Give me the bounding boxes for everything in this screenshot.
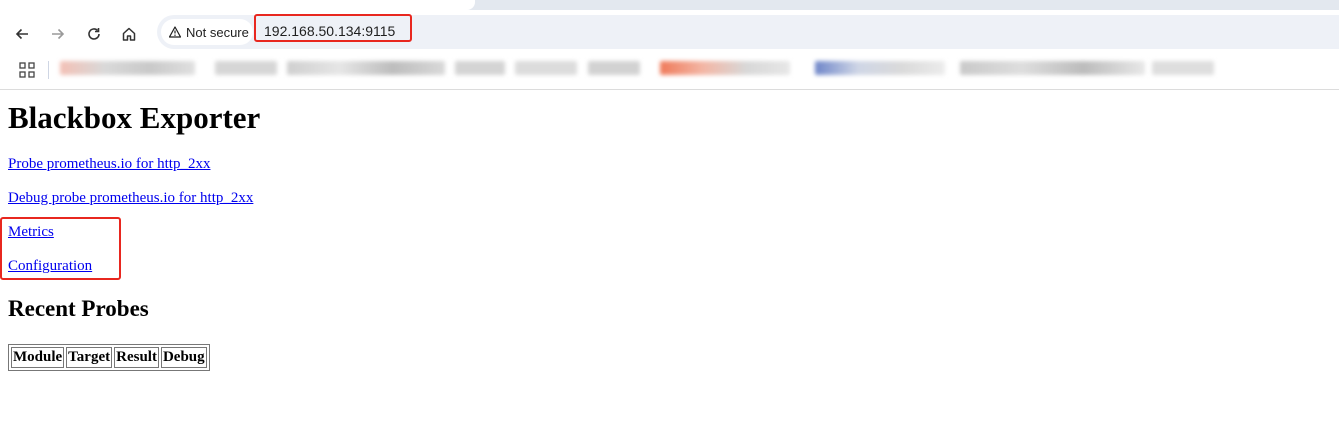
url-highlight-box	[254, 14, 412, 42]
tab-strip	[0, 0, 1339, 10]
active-tab[interactable]	[0, 0, 475, 10]
security-label: Not secure	[186, 24, 249, 40]
bookmark-item-blurred[interactable]	[660, 61, 790, 75]
bookmark-item-blurred[interactable]	[960, 61, 1145, 75]
bookmarks-separator	[48, 61, 49, 79]
apps-grid-icon[interactable]	[19, 62, 35, 78]
reload-button[interactable]	[81, 21, 107, 47]
column-header-debug: Debug	[160, 347, 207, 368]
recent-probes-title: Recent Probes	[8, 296, 149, 321]
links-highlight-box	[0, 217, 121, 280]
column-header-target: Target	[66, 347, 113, 368]
forward-button[interactable]	[45, 21, 71, 47]
column-header-module: Module	[11, 347, 65, 368]
back-button[interactable]	[9, 21, 35, 47]
home-icon	[122, 27, 136, 41]
warning-triangle-icon	[169, 26, 181, 38]
bookmark-item-blurred[interactable]	[215, 61, 277, 75]
reload-icon	[88, 28, 100, 40]
debug-probe-link[interactable]: Debug probe prometheus.io for http_2xx	[8, 190, 253, 207]
probe-link[interactable]: Probe prometheus.io for http_2xx	[8, 156, 210, 173]
column-header-result: Result	[114, 347, 159, 368]
bookmarks-bar	[0, 56, 1339, 90]
home-button[interactable]	[116, 21, 142, 47]
bookmark-item-blurred[interactable]	[1152, 61, 1214, 75]
bookmark-item-blurred[interactable]	[60, 61, 195, 75]
bookmark-item-blurred[interactable]	[287, 61, 445, 75]
forward-arrow-icon	[52, 28, 65, 40]
bookmark-item-blurred[interactable]	[515, 61, 577, 75]
page-title: Blackbox Exporter	[8, 100, 261, 135]
bookmark-item-blurred[interactable]	[815, 61, 945, 75]
bookmark-item-blurred[interactable]	[588, 61, 640, 75]
bookmark-item-blurred[interactable]	[455, 61, 505, 75]
security-chip[interactable]: Not secure	[161, 19, 253, 45]
back-arrow-icon	[15, 28, 28, 40]
recent-probes-table: Module Target Result Debug	[8, 344, 210, 371]
table-header-row: Module Target Result Debug	[11, 347, 207, 368]
browser-toolbar: Not secure 192.168.50.134:9115	[0, 10, 1339, 56]
